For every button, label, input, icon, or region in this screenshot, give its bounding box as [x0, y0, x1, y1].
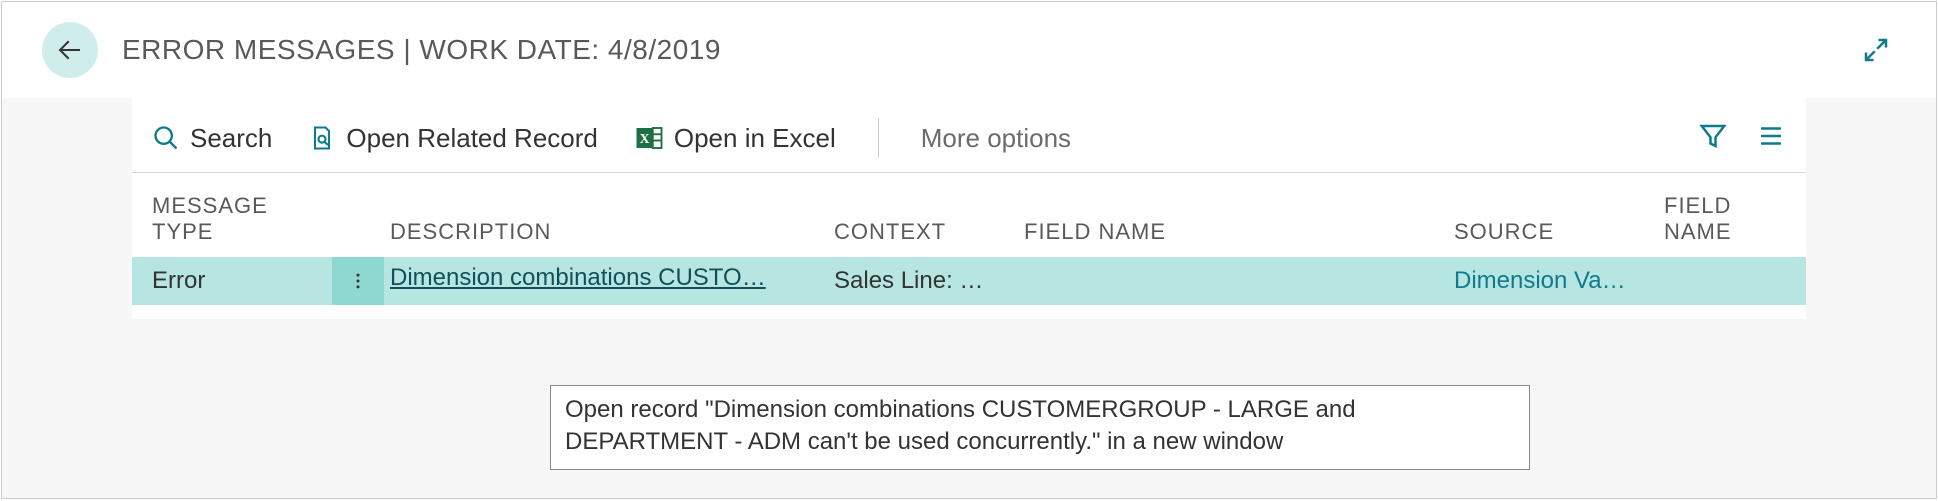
toolbar-divider [878, 118, 879, 158]
cell-source[interactable]: Dimension Va… [1454, 267, 1664, 295]
col-source[interactable]: SOURCE [1454, 219, 1664, 245]
error-table: MESSAGE TYPE DESCRIPTION CONTEXT FIELD N… [132, 173, 1806, 319]
document-search-icon [308, 124, 336, 152]
panel: Search Open Related Record [132, 98, 1806, 319]
col-field-name-2[interactable]: FIELD NAME [1664, 193, 1786, 245]
list-icon [1756, 121, 1786, 151]
search-button[interactable]: Search [152, 123, 272, 154]
col-message-type[interactable]: MESSAGE TYPE [152, 193, 332, 245]
back-button[interactable] [42, 22, 98, 78]
cell-context: Sales Line: … [834, 267, 1024, 295]
search-label: Search [190, 123, 272, 154]
page-title: ERROR MESSAGES | WORK DATE: 4/8/2019 [122, 34, 721, 66]
arrow-left-icon [55, 35, 85, 65]
list-view-button[interactable] [1756, 121, 1786, 156]
excel-icon: X [634, 123, 664, 153]
description-link[interactable]: Dimension combinations CUSTO… [390, 264, 766, 292]
open-related-record-button[interactable]: Open Related Record [308, 123, 597, 154]
filter-button[interactable] [1698, 121, 1728, 156]
cell-description[interactable]: Dimension combinations CUSTO… [384, 264, 834, 299]
expand-button[interactable] [1856, 30, 1896, 70]
tooltip: Open record "Dimension combinations CUST… [550, 385, 1530, 470]
col-field-name-1[interactable]: FIELD NAME [1024, 219, 1454, 245]
cell-message-type: Error [152, 267, 332, 295]
col-context[interactable]: CONTEXT [834, 219, 1024, 245]
toolbar: Search Open Related Record [132, 98, 1806, 173]
search-icon [152, 124, 180, 152]
titlebar: ERROR MESSAGES | WORK DATE: 4/8/2019 [2, 2, 1936, 98]
filter-icon [1698, 121, 1728, 151]
expand-icon [1861, 35, 1891, 65]
open-excel-label: Open in Excel [674, 123, 836, 154]
table-row[interactable]: Error Dimension combinations CUSTO… Sale… [132, 257, 1806, 305]
row-actions-button[interactable] [332, 257, 384, 305]
more-options-button[interactable]: More options [921, 123, 1071, 154]
col-description[interactable]: DESCRIPTION [384, 219, 834, 245]
open-in-excel-button[interactable]: X Open in Excel [634, 123, 836, 154]
more-vertical-icon [348, 267, 368, 295]
toolbar-right [1698, 121, 1786, 156]
table-header: MESSAGE TYPE DESCRIPTION CONTEXT FIELD N… [132, 173, 1806, 257]
open-related-label: Open Related Record [346, 123, 597, 154]
svg-text:X: X [640, 131, 650, 146]
